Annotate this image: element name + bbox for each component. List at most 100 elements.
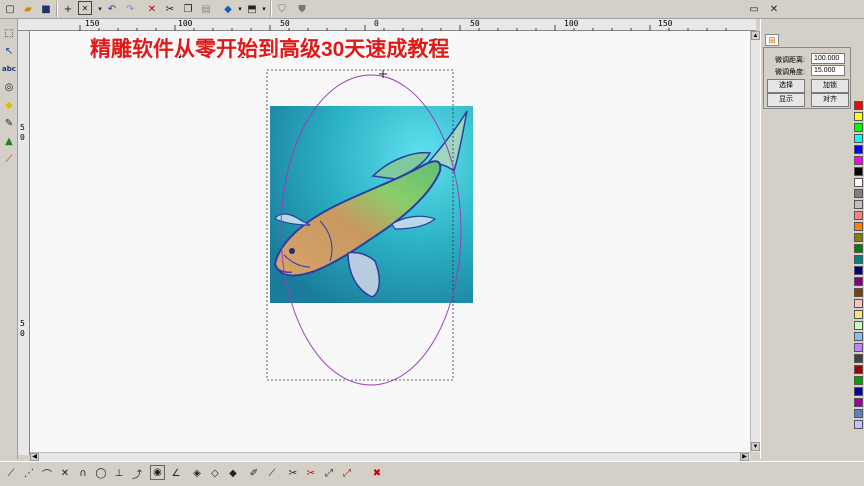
color-swatch[interactable] xyxy=(854,343,863,352)
color-swatch[interactable] xyxy=(854,134,863,143)
cut-icon[interactable]: ✂ xyxy=(162,1,178,17)
paste-icon[interactable]: ▤ xyxy=(198,1,214,17)
vertical-scrollbar[interactable]: ▲ ▼ xyxy=(750,31,760,452)
delete-icon[interactable]: ✕ xyxy=(144,1,160,17)
select-rect-tool-icon[interactable]: ⬚ xyxy=(1,25,17,41)
color-swatch[interactable] xyxy=(854,123,863,132)
color-swatch[interactable] xyxy=(854,354,863,363)
cross-tool-icon[interactable]: ✕ xyxy=(57,465,73,481)
color-swatch[interactable] xyxy=(854,101,863,110)
tree-tool-icon[interactable]: ▲ xyxy=(1,133,17,149)
color-swatch[interactable] xyxy=(854,145,863,154)
cancel-tool-icon[interactable]: ✖ xyxy=(369,465,385,481)
select-button[interactable]: 选择 xyxy=(767,79,805,93)
color-swatch[interactable] xyxy=(854,321,863,330)
toolbar-separator xyxy=(56,1,58,17)
color-swatch[interactable] xyxy=(854,420,863,429)
window-minimize-icon[interactable]: ▭ xyxy=(746,1,762,17)
extend-red-tool-icon[interactable]: ⤢ xyxy=(339,465,355,481)
ruler-label: 5 xyxy=(20,319,25,328)
knife-tool-icon[interactable]: ⟋ xyxy=(264,465,280,481)
color-swatch[interactable] xyxy=(854,387,863,396)
node-edit-tool-icon[interactable]: ↖ xyxy=(1,43,17,59)
snap-grid-icon[interactable]: ✕ xyxy=(78,1,92,15)
color-swatch[interactable] xyxy=(854,266,863,275)
trim-tool-icon[interactable]: ✂ xyxy=(285,465,301,481)
color-swatch[interactable] xyxy=(854,277,863,286)
trim-red-tool-icon[interactable]: ✂ xyxy=(303,465,319,481)
fine-angle-input[interactable]: 15.000 xyxy=(811,65,845,76)
display-button[interactable]: 显示 xyxy=(767,93,805,107)
drawing-toolbar: ⟋ ⋰ ⌒ ✕ ∩ ◯ ⊥ ⤴ ◉ ∠ ◈ ◇ ◆ ✐ ⟋ ✂ ✂ ⤢ ⤢ ✖ xyxy=(0,461,864,486)
diamond-tool-icon[interactable]: ◈ xyxy=(189,465,205,481)
grid-tab-icon[interactable]: ⊞ xyxy=(765,34,779,46)
horizontal-scrollbar[interactable]: ◀ ▶ xyxy=(30,452,750,461)
color-swatch[interactable] xyxy=(854,332,863,341)
scroll-right-icon[interactable]: ▶ xyxy=(740,453,749,461)
color-swatch[interactable] xyxy=(854,409,863,418)
diamond-outline-tool-icon[interactable]: ◇ xyxy=(207,465,223,481)
color-swatch[interactable] xyxy=(854,365,863,374)
ruler-ticks xyxy=(79,25,727,31)
color-swatch[interactable] xyxy=(854,156,863,165)
color-swatch[interactable] xyxy=(854,255,863,264)
transform-tool-icon[interactable]: ◎ xyxy=(1,79,17,95)
scroll-down-icon[interactable]: ▼ xyxy=(751,442,760,451)
lock-button[interactable]: 加锁 xyxy=(811,79,849,93)
extend-tool-icon[interactable]: ⤢ xyxy=(321,465,337,481)
color-swatch[interactable] xyxy=(854,299,863,308)
fill-tool-icon[interactable]: ◆ xyxy=(1,97,17,113)
color-swatch[interactable] xyxy=(854,288,863,297)
drawing-canvas[interactable] xyxy=(30,31,750,452)
perpendicular-tool-icon[interactable]: ⊥ xyxy=(111,465,127,481)
brush-tool-icon[interactable]: ✐ xyxy=(246,465,262,481)
scroll-left-icon[interactable]: ◀ xyxy=(30,453,39,461)
color-swatch[interactable] xyxy=(854,112,863,121)
new-file-icon[interactable]: ▢ xyxy=(2,1,18,17)
color-swatch[interactable] xyxy=(854,244,863,253)
left-toolbox: ⬚ ↖ abc ◎ ◆ ✎ ▲ ⟋ xyxy=(0,19,18,459)
open-folder-icon[interactable]: ▰ xyxy=(20,1,36,17)
text-tool-icon[interactable]: abc xyxy=(1,61,17,77)
ruler-label: 0 xyxy=(20,329,25,338)
window-close-icon[interactable]: ✕ xyxy=(766,1,782,17)
crosshair-icon[interactable]: + xyxy=(60,1,76,17)
undo-icon[interactable]: ↶ xyxy=(104,1,120,17)
color-swatch[interactable] xyxy=(854,310,863,319)
curve-tool-icon[interactable]: ∩ xyxy=(75,465,91,481)
color-swatch[interactable] xyxy=(854,178,863,187)
arc-tool-icon[interactable]: ⌒ xyxy=(39,465,55,481)
horizontal-ruler: 150 100 50 0 50 100 150 xyxy=(18,19,756,31)
ruler-label: 5 xyxy=(20,123,25,132)
color-swatch[interactable] xyxy=(854,376,863,385)
pen-tool-icon[interactable]: ✎ xyxy=(1,115,17,131)
line-tool-icon[interactable]: ⟋ xyxy=(3,465,19,481)
vertical-ruler: 5 0 5 0 xyxy=(18,31,30,455)
measure-tool-icon[interactable]: ⟋ xyxy=(1,151,17,167)
polyline-tool-icon[interactable]: ⋰ xyxy=(21,465,37,481)
scroll-up-icon[interactable]: ▲ xyxy=(751,31,760,40)
align-button[interactable]: 对齐 xyxy=(811,93,849,107)
properties-panel: ⊞ 微调距离: 100.000 微调角度: 15.000 选择 加锁 显示 对齐 xyxy=(760,19,852,459)
circle-tool-icon[interactable]: ◯ xyxy=(93,465,109,481)
diamond-fill-tool-icon[interactable]: ◆ xyxy=(225,465,241,481)
save-icon[interactable]: ■ xyxy=(38,1,54,17)
point-tool-icon[interactable]: ◉ xyxy=(150,465,165,480)
color-swatch[interactable] xyxy=(854,398,863,407)
angle-tool-icon[interactable]: ∠ xyxy=(168,465,184,481)
copy-icon[interactable]: ❐ xyxy=(180,1,196,17)
canvas-drawing xyxy=(178,54,473,386)
color-swatch[interactable] xyxy=(854,167,863,176)
color-swatch[interactable] xyxy=(854,189,863,198)
color-swatch[interactable] xyxy=(854,211,863,220)
color-swatch[interactable] xyxy=(854,200,863,209)
fine-distance-input[interactable]: 100.000 xyxy=(811,53,845,64)
color-swatch[interactable] xyxy=(854,222,863,231)
shield-icon[interactable]: ⛊ xyxy=(294,1,310,17)
toolbar-separator xyxy=(270,1,272,17)
redo-icon[interactable]: ↷ xyxy=(122,1,138,17)
display-icon[interactable]: ⛉ xyxy=(274,1,290,17)
fine-distance-label: 微调距离: xyxy=(775,57,805,64)
tangent-tool-icon[interactable]: ⤴ xyxy=(129,465,145,481)
color-swatch[interactable] xyxy=(854,233,863,242)
